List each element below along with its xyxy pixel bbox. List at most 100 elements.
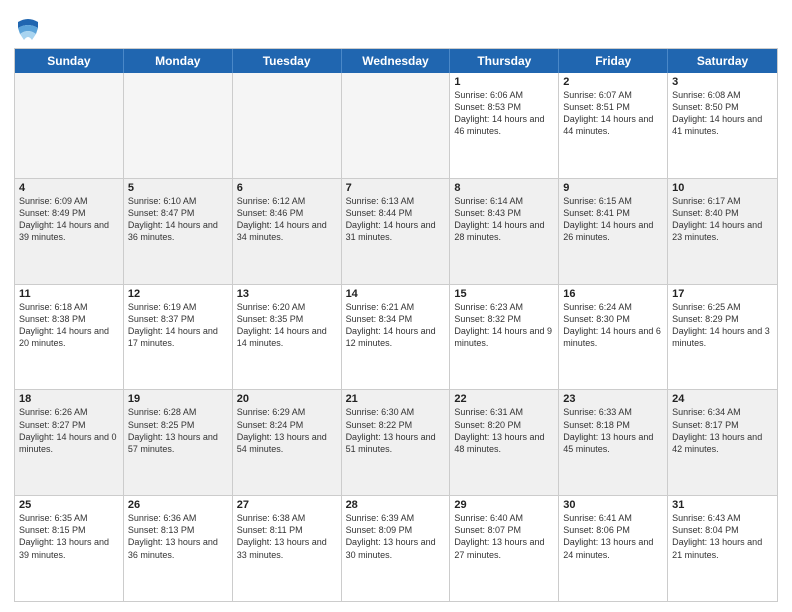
day-number: 23 xyxy=(563,393,663,405)
calendar-row-0: 1Sunrise: 6:06 AM Sunset: 8:53 PM Daylig… xyxy=(15,73,777,179)
calendar-row-2: 11Sunrise: 6:18 AM Sunset: 8:38 PM Dayli… xyxy=(15,285,777,391)
day-number: 4 xyxy=(19,182,119,194)
header-day-thursday: Thursday xyxy=(450,49,559,73)
day-number: 19 xyxy=(128,393,228,405)
day-info: Sunrise: 6:14 AM Sunset: 8:43 PM Dayligh… xyxy=(454,195,554,244)
day-info: Sunrise: 6:19 AM Sunset: 8:37 PM Dayligh… xyxy=(128,301,228,350)
day-info: Sunrise: 6:26 AM Sunset: 8:27 PM Dayligh… xyxy=(19,406,119,455)
empty-cell-0-1 xyxy=(124,73,233,178)
day-number: 14 xyxy=(346,288,446,300)
header xyxy=(14,10,778,42)
calendar-row-4: 25Sunrise: 6:35 AM Sunset: 8:15 PM Dayli… xyxy=(15,496,777,601)
day-cell-3: 3Sunrise: 6:08 AM Sunset: 8:50 PM Daylig… xyxy=(668,73,777,178)
day-number: 28 xyxy=(346,499,446,511)
day-info: Sunrise: 6:13 AM Sunset: 8:44 PM Dayligh… xyxy=(346,195,446,244)
day-number: 17 xyxy=(672,288,773,300)
day-number: 7 xyxy=(346,182,446,194)
day-number: 26 xyxy=(128,499,228,511)
day-info: Sunrise: 6:21 AM Sunset: 8:34 PM Dayligh… xyxy=(346,301,446,350)
calendar: SundayMondayTuesdayWednesdayThursdayFrid… xyxy=(14,48,778,602)
day-info: Sunrise: 6:24 AM Sunset: 8:30 PM Dayligh… xyxy=(563,301,663,350)
day-cell-6: 6Sunrise: 6:12 AM Sunset: 8:46 PM Daylig… xyxy=(233,179,342,284)
day-info: Sunrise: 6:39 AM Sunset: 8:09 PM Dayligh… xyxy=(346,512,446,561)
day-info: Sunrise: 6:40 AM Sunset: 8:07 PM Dayligh… xyxy=(454,512,554,561)
day-info: Sunrise: 6:33 AM Sunset: 8:18 PM Dayligh… xyxy=(563,406,663,455)
day-cell-25: 25Sunrise: 6:35 AM Sunset: 8:15 PM Dayli… xyxy=(15,496,124,601)
day-info: Sunrise: 6:06 AM Sunset: 8:53 PM Dayligh… xyxy=(454,89,554,138)
day-cell-21: 21Sunrise: 6:30 AM Sunset: 8:22 PM Dayli… xyxy=(342,390,451,495)
day-cell-5: 5Sunrise: 6:10 AM Sunset: 8:47 PM Daylig… xyxy=(124,179,233,284)
day-number: 20 xyxy=(237,393,337,405)
day-cell-13: 13Sunrise: 6:20 AM Sunset: 8:35 PM Dayli… xyxy=(233,285,342,390)
day-cell-31: 31Sunrise: 6:43 AM Sunset: 8:04 PM Dayli… xyxy=(668,496,777,601)
day-info: Sunrise: 6:43 AM Sunset: 8:04 PM Dayligh… xyxy=(672,512,773,561)
day-cell-10: 10Sunrise: 6:17 AM Sunset: 8:40 PM Dayli… xyxy=(668,179,777,284)
day-cell-28: 28Sunrise: 6:39 AM Sunset: 8:09 PM Dayli… xyxy=(342,496,451,601)
day-cell-23: 23Sunrise: 6:33 AM Sunset: 8:18 PM Dayli… xyxy=(559,390,668,495)
day-info: Sunrise: 6:20 AM Sunset: 8:35 PM Dayligh… xyxy=(237,301,337,350)
day-number: 12 xyxy=(128,288,228,300)
day-number: 31 xyxy=(672,499,773,511)
day-number: 27 xyxy=(237,499,337,511)
day-cell-22: 22Sunrise: 6:31 AM Sunset: 8:20 PM Dayli… xyxy=(450,390,559,495)
calendar-header: SundayMondayTuesdayWednesdayThursdayFrid… xyxy=(15,49,777,73)
calendar-row-1: 4Sunrise: 6:09 AM Sunset: 8:49 PM Daylig… xyxy=(15,179,777,285)
day-number: 29 xyxy=(454,499,554,511)
header-day-wednesday: Wednesday xyxy=(342,49,451,73)
day-info: Sunrise: 6:07 AM Sunset: 8:51 PM Dayligh… xyxy=(563,89,663,138)
day-cell-11: 11Sunrise: 6:18 AM Sunset: 8:38 PM Dayli… xyxy=(15,285,124,390)
day-number: 3 xyxy=(672,76,773,88)
day-info: Sunrise: 6:23 AM Sunset: 8:32 PM Dayligh… xyxy=(454,301,554,350)
day-info: Sunrise: 6:28 AM Sunset: 8:25 PM Dayligh… xyxy=(128,406,228,455)
day-info: Sunrise: 6:29 AM Sunset: 8:24 PM Dayligh… xyxy=(237,406,337,455)
day-cell-17: 17Sunrise: 6:25 AM Sunset: 8:29 PM Dayli… xyxy=(668,285,777,390)
calendar-row-3: 18Sunrise: 6:26 AM Sunset: 8:27 PM Dayli… xyxy=(15,390,777,496)
day-cell-30: 30Sunrise: 6:41 AM Sunset: 8:06 PM Dayli… xyxy=(559,496,668,601)
day-info: Sunrise: 6:34 AM Sunset: 8:17 PM Dayligh… xyxy=(672,406,773,455)
header-day-sunday: Sunday xyxy=(15,49,124,73)
day-cell-29: 29Sunrise: 6:40 AM Sunset: 8:07 PM Dayli… xyxy=(450,496,559,601)
header-day-friday: Friday xyxy=(559,49,668,73)
day-number: 9 xyxy=(563,182,663,194)
day-info: Sunrise: 6:09 AM Sunset: 8:49 PM Dayligh… xyxy=(19,195,119,244)
day-cell-4: 4Sunrise: 6:09 AM Sunset: 8:49 PM Daylig… xyxy=(15,179,124,284)
calendar-body: 1Sunrise: 6:06 AM Sunset: 8:53 PM Daylig… xyxy=(15,73,777,601)
day-info: Sunrise: 6:41 AM Sunset: 8:06 PM Dayligh… xyxy=(563,512,663,561)
day-number: 5 xyxy=(128,182,228,194)
empty-cell-0-3 xyxy=(342,73,451,178)
day-info: Sunrise: 6:36 AM Sunset: 8:13 PM Dayligh… xyxy=(128,512,228,561)
empty-cell-0-2 xyxy=(233,73,342,178)
day-cell-2: 2Sunrise: 6:07 AM Sunset: 8:51 PM Daylig… xyxy=(559,73,668,178)
day-cell-7: 7Sunrise: 6:13 AM Sunset: 8:44 PM Daylig… xyxy=(342,179,451,284)
page: SundayMondayTuesdayWednesdayThursdayFrid… xyxy=(0,0,792,612)
day-cell-16: 16Sunrise: 6:24 AM Sunset: 8:30 PM Dayli… xyxy=(559,285,668,390)
header-day-monday: Monday xyxy=(124,49,233,73)
logo-icon xyxy=(14,14,42,42)
day-cell-18: 18Sunrise: 6:26 AM Sunset: 8:27 PM Dayli… xyxy=(15,390,124,495)
day-info: Sunrise: 6:08 AM Sunset: 8:50 PM Dayligh… xyxy=(672,89,773,138)
day-info: Sunrise: 6:38 AM Sunset: 8:11 PM Dayligh… xyxy=(237,512,337,561)
day-cell-14: 14Sunrise: 6:21 AM Sunset: 8:34 PM Dayli… xyxy=(342,285,451,390)
day-info: Sunrise: 6:10 AM Sunset: 8:47 PM Dayligh… xyxy=(128,195,228,244)
day-info: Sunrise: 6:18 AM Sunset: 8:38 PM Dayligh… xyxy=(19,301,119,350)
day-cell-27: 27Sunrise: 6:38 AM Sunset: 8:11 PM Dayli… xyxy=(233,496,342,601)
day-cell-19: 19Sunrise: 6:28 AM Sunset: 8:25 PM Dayli… xyxy=(124,390,233,495)
day-info: Sunrise: 6:15 AM Sunset: 8:41 PM Dayligh… xyxy=(563,195,663,244)
day-cell-20: 20Sunrise: 6:29 AM Sunset: 8:24 PM Dayli… xyxy=(233,390,342,495)
day-info: Sunrise: 6:31 AM Sunset: 8:20 PM Dayligh… xyxy=(454,406,554,455)
day-number: 18 xyxy=(19,393,119,405)
day-number: 21 xyxy=(346,393,446,405)
day-info: Sunrise: 6:12 AM Sunset: 8:46 PM Dayligh… xyxy=(237,195,337,244)
empty-cell-0-0 xyxy=(15,73,124,178)
day-info: Sunrise: 6:35 AM Sunset: 8:15 PM Dayligh… xyxy=(19,512,119,561)
day-number: 30 xyxy=(563,499,663,511)
day-number: 15 xyxy=(454,288,554,300)
day-number: 1 xyxy=(454,76,554,88)
day-number: 2 xyxy=(563,76,663,88)
day-info: Sunrise: 6:17 AM Sunset: 8:40 PM Dayligh… xyxy=(672,195,773,244)
day-cell-9: 9Sunrise: 6:15 AM Sunset: 8:41 PM Daylig… xyxy=(559,179,668,284)
day-number: 8 xyxy=(454,182,554,194)
day-number: 25 xyxy=(19,499,119,511)
day-cell-1: 1Sunrise: 6:06 AM Sunset: 8:53 PM Daylig… xyxy=(450,73,559,178)
day-number: 22 xyxy=(454,393,554,405)
